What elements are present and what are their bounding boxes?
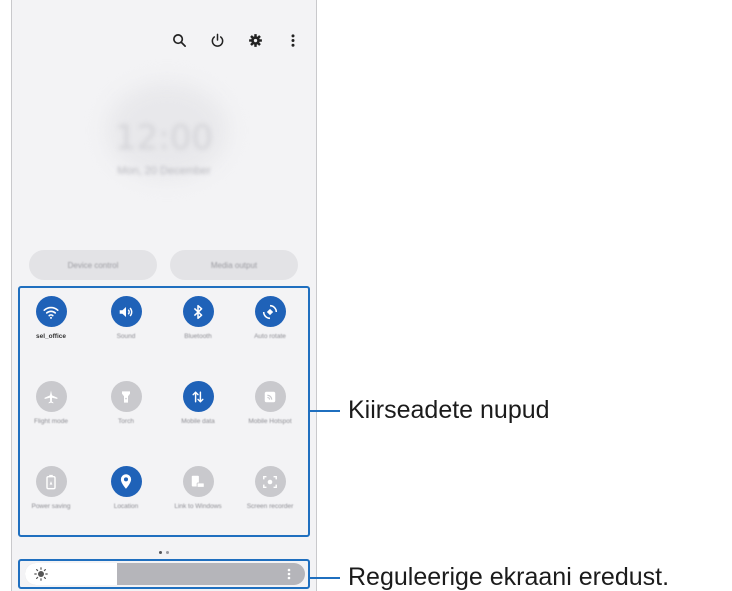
quick-button-power-saving[interactable]: Power saving [15, 466, 87, 511]
rotate-icon [254, 296, 286, 327]
media-output-button[interactable]: Media output [170, 250, 298, 280]
quick-button-label: Mobile data [181, 418, 215, 425]
quick-button-label: Bluetooth [184, 333, 212, 340]
callout-line [310, 576, 340, 579]
airplane-icon [35, 381, 67, 412]
wifi-icon [35, 296, 67, 327]
data-arrows-icon [182, 381, 214, 412]
hotspot-icon [254, 381, 286, 412]
clock-date: Mon, 20 December [117, 165, 211, 177]
volume-icon [110, 296, 142, 327]
quick-button-auto-rotate[interactable]: Auto rotate [234, 296, 306, 341]
quick-button-link-to-windows[interactable]: Link to Windows [162, 466, 234, 511]
quick-button-torch[interactable]: Torch [90, 381, 162, 426]
power-icon[interactable] [208, 31, 226, 49]
media-output-label: Media output [210, 260, 258, 270]
quick-button-label: Torch [118, 418, 134, 425]
quick-panel-toolbar [170, 31, 302, 49]
bluetooth-icon [182, 296, 214, 327]
quick-button-label: Link to Windows [174, 503, 222, 510]
quick-button-screen-recorder[interactable]: Screen recorder [234, 466, 306, 511]
device-control-button[interactable]: Device control [29, 250, 157, 280]
page-indicator [12, 547, 316, 554]
quick-buttons-callout: Kiirseadete nupud [310, 396, 550, 425]
quick-button-label: sel_office [36, 333, 66, 340]
sun-icon [34, 567, 48, 581]
quick-button-label: Sound [116, 333, 136, 340]
battery-icon [35, 466, 67, 497]
quick-button-location[interactable]: Location [90, 466, 162, 511]
quick-button-label: Auto rotate [254, 333, 286, 340]
clock-time: 12:00 [115, 118, 213, 158]
more-vertical-icon[interactable] [286, 567, 296, 581]
quick-panel: 12:00 Mon, 20 December Device control Me… [11, 0, 317, 591]
gear-icon[interactable] [246, 31, 264, 49]
quick-button-bluetooth[interactable]: Bluetooth [162, 296, 234, 341]
quick-button-mobile-hotspot[interactable]: Mobile Hotspot [234, 381, 306, 426]
quick-button-label: Mobile Hotspot [248, 418, 292, 425]
flashlight-icon [110, 381, 142, 412]
more-vertical-icon[interactable] [284, 31, 302, 49]
page-dot [166, 551, 169, 554]
quick-button-flight-mode[interactable]: Flight mode [15, 381, 87, 426]
quick-button-label: Power saving [31, 503, 71, 510]
brightness-callout: Reguleerige ekraani eredust. [310, 563, 669, 591]
brightness-callout-text: Reguleerige ekraani eredust. [348, 563, 670, 591]
device-control-label: Device control [67, 260, 119, 270]
page-dot [159, 551, 162, 554]
location-pin-icon [110, 466, 142, 497]
quick-button-label: Screen recorder [246, 503, 294, 510]
link-windows-icon [182, 466, 214, 497]
quick-button-label: Flight mode [34, 418, 68, 425]
quick-button-wifi[interactable]: sel_office [15, 296, 87, 341]
quick-button-label: Location [113, 503, 139, 510]
quick-button-mobile-data[interactable]: Mobile data [162, 381, 234, 426]
quick-button-sound[interactable]: Sound [90, 296, 162, 341]
callout-line [310, 409, 340, 412]
screen-recorder-icon [254, 466, 286, 497]
search-icon[interactable] [170, 31, 188, 49]
brightness-slider[interactable] [25, 563, 305, 585]
quick-buttons-callout-text: Kiirseadete nupud [348, 396, 550, 424]
